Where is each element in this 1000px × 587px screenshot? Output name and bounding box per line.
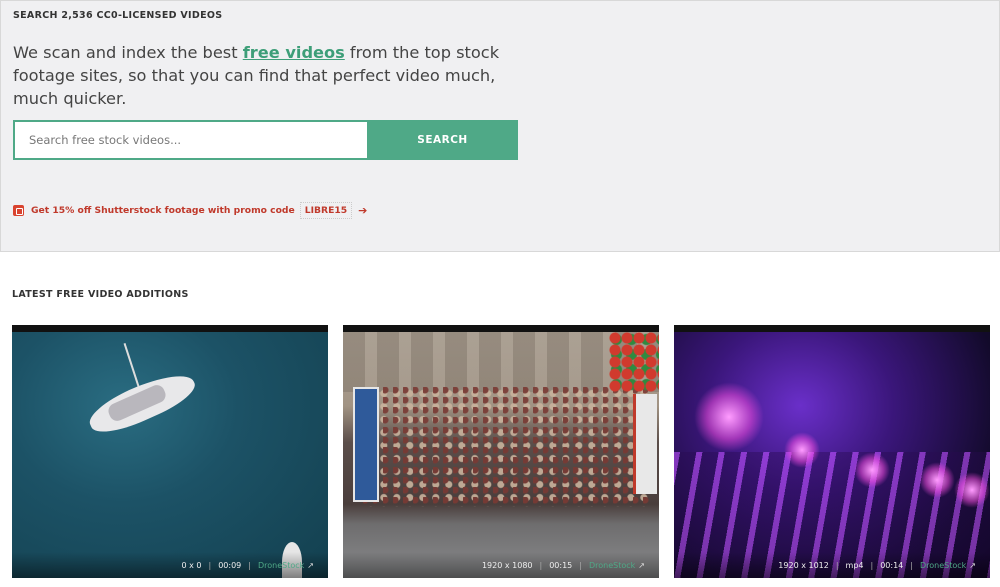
video-source-link[interactable]: DroneStock (589, 561, 635, 570)
external-link-icon: ↗ (307, 560, 314, 570)
spotlight (954, 472, 990, 508)
video-card[interactable]: 1920 x 1012 | mp4 | 00:14 | DroneStock ↗ (674, 325, 990, 578)
video-thumbnail (674, 332, 990, 578)
video-card[interactable]: 1920 x 1080 | 00:15 | DroneStock ↗ (343, 325, 659, 578)
separator: | (579, 560, 582, 570)
separator: | (208, 560, 212, 570)
video-duration: 00:14 (880, 560, 904, 570)
video-resolution: 0 x 0 (181, 560, 202, 570)
video-card[interactable]: 0 x 0 | 00:09 | DroneStock ↗ (12, 325, 328, 578)
video-duration: 00:15 (549, 560, 573, 570)
video-format: mp4 (845, 560, 864, 570)
balloons (609, 332, 659, 392)
separator: | (870, 560, 874, 570)
video-resolution: 1920 x 1080 (481, 560, 533, 570)
external-link-icon: ↗ (638, 560, 645, 570)
spotlight (919, 462, 955, 498)
video-source-link[interactable]: DroneStock (920, 561, 966, 570)
video-source-link[interactable]: DroneStock (258, 561, 304, 570)
tagline-part-1: We scan and index the best (13, 43, 243, 62)
promo-link[interactable]: Get 15% off Shutterstock footage with pr… (13, 202, 367, 219)
promo-text: Get 15% off Shutterstock footage with pr… (31, 205, 295, 216)
banner-right (633, 394, 657, 494)
hero-section: SEARCH 2,536 CC0-LICENSED VIDEOS We scan… (0, 0, 1000, 252)
video-thumbnail (343, 332, 659, 578)
spotlight (784, 432, 820, 468)
separator: | (835, 560, 839, 570)
video-meta: 0 x 0 | 00:09 | DroneStock ↗ (12, 552, 328, 578)
free-videos-link[interactable]: free videos (243, 43, 345, 62)
crowd (363, 387, 653, 507)
separator: | (539, 560, 543, 570)
latest-additions-heading: LATEST FREE VIDEO ADDITIONS (12, 289, 189, 300)
search-count-heading: SEARCH 2,536 CC0-LICENSED VIDEOS (13, 10, 223, 21)
video-resolution: 1920 x 1012 (778, 560, 829, 570)
spotlight (694, 382, 764, 452)
separator: | (248, 560, 251, 570)
banner-left (353, 387, 379, 502)
video-meta: 1920 x 1080 | 00:15 | DroneStock ↗ (343, 552, 659, 578)
search-button[interactable]: SEARCH (367, 120, 518, 160)
video-duration: 00:09 (218, 560, 242, 570)
video-meta: 1920 x 1012 | mp4 | 00:14 | DroneStock ↗ (674, 552, 990, 578)
video-thumbnail (12, 332, 328, 578)
separator: | (910, 560, 913, 570)
arrow-right-icon: ➔ (358, 204, 368, 217)
search-input[interactable] (13, 120, 367, 160)
search-form: SEARCH (13, 120, 518, 160)
coupon-icon (13, 205, 24, 216)
spotlight (854, 452, 890, 488)
tagline: We scan and index the best free videos f… (13, 41, 543, 110)
video-grid: 0 x 0 | 00:09 | DroneStock ↗ 1920 x 1080… (12, 325, 990, 578)
promo-code: LIBRE15 (299, 202, 353, 219)
external-link-icon: ↗ (969, 560, 976, 570)
